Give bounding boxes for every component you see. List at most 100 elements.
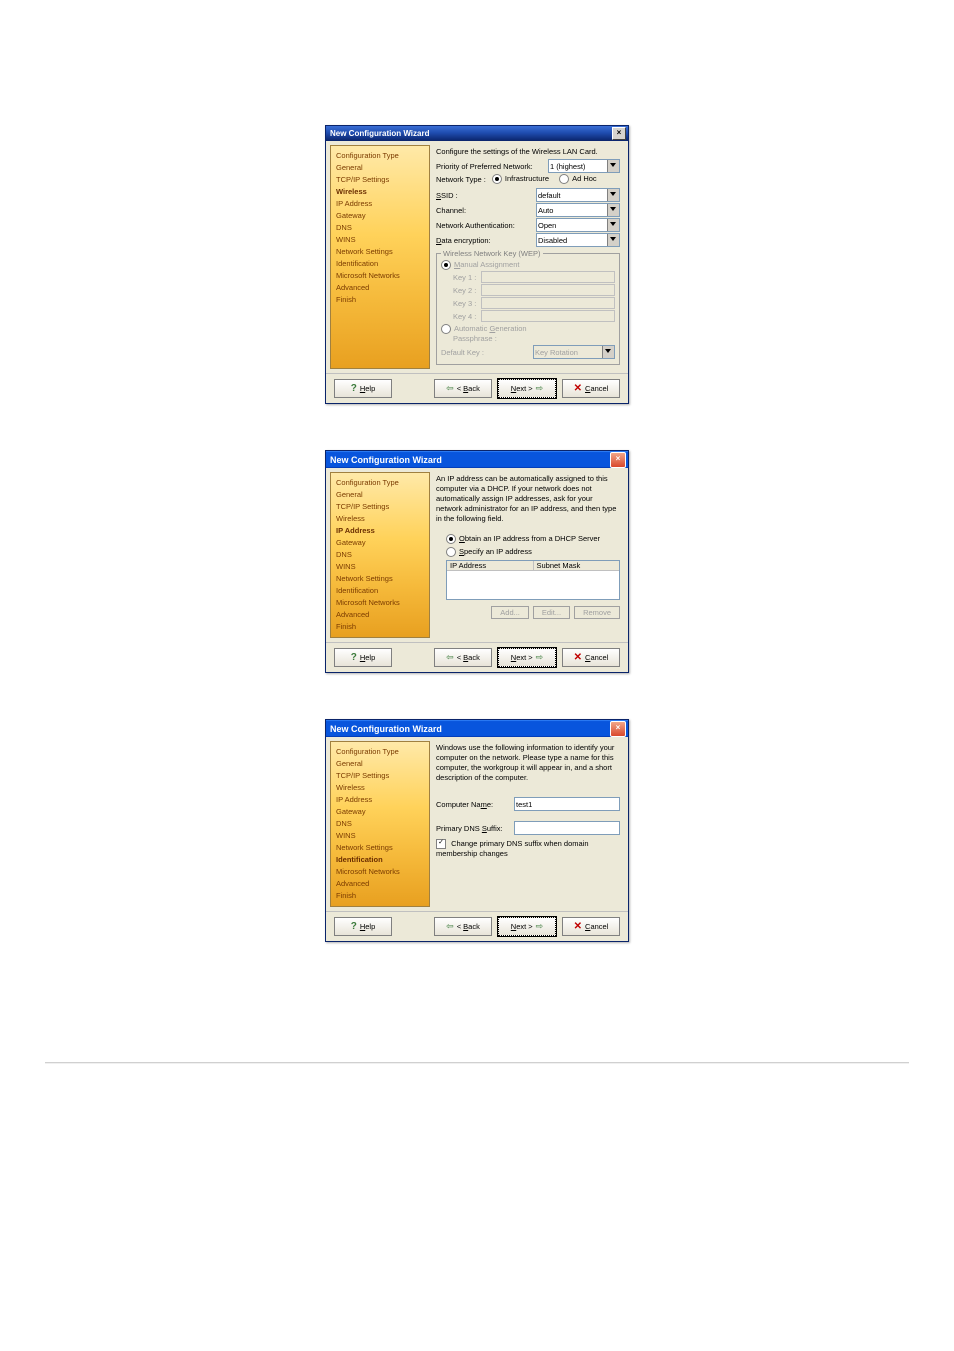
cancel-button[interactable]: ✕Cancel (562, 648, 620, 667)
sidebar-item[interactable]: WINS (336, 234, 424, 246)
sidebar-item[interactable]: WINS (336, 830, 424, 842)
back-button[interactable]: ⇦< Back (434, 917, 492, 936)
wizard-dialog-identification: New Configuration Wizard × Configuration… (325, 719, 629, 942)
sidebar-item[interactable]: IP Address (336, 198, 424, 210)
ip-listview[interactable]: IP Address Subnet Mask (446, 560, 620, 600)
sidebar-item[interactable]: DNS (336, 549, 424, 561)
sidebar-item[interactable]: Advanced (336, 609, 424, 621)
ssid-combo[interactable]: default (536, 188, 620, 202)
default-key-combo: Key Rotation (533, 345, 615, 359)
wizard-sidebar: Configuration Type General TCP/IP Settin… (330, 472, 430, 638)
radio-dhcp[interactable]: Obtain an IP address from a DHCP Server (446, 534, 620, 544)
dns-suffix-input[interactable] (514, 821, 620, 835)
arrow-right-icon: ⇨ (536, 652, 544, 663)
checkbox-icon (436, 839, 446, 849)
priority-label: Priority of Preferred Network: (436, 162, 548, 171)
sidebar-item[interactable]: Configuration Type (336, 150, 424, 162)
sidebar-item-selected[interactable]: Wireless (336, 186, 424, 198)
wizard-dialog-wireless: New Configuration Wizard × Configuration… (325, 125, 629, 404)
content-pane: An IP address can be automatically assig… (430, 472, 624, 638)
sidebar-item[interactable]: TCP/IP Settings (336, 770, 424, 782)
key1-label: Key 1 : (453, 273, 481, 282)
help-button[interactable]: ?Help (334, 379, 392, 398)
radio-static[interactable]: Specify an IP address (446, 547, 620, 557)
channel-combo[interactable]: Auto (536, 203, 620, 217)
page-divider (45, 1062, 909, 1064)
close-icon[interactable]: × (612, 127, 626, 140)
cancel-button[interactable]: ✕Cancel (562, 917, 620, 936)
sidebar-item[interactable]: Finish (336, 294, 424, 306)
titlebar[interactable]: New Configuration Wizard × (326, 720, 628, 737)
close-icon[interactable]: × (610, 721, 626, 737)
sidebar-item[interactable]: TCP/IP Settings (336, 174, 424, 186)
wep-group: Wireless Network Key (WEP) Manual Assign… (436, 249, 620, 365)
arrow-left-icon: ⇦ (446, 383, 454, 394)
sidebar-item[interactable]: IP Address (336, 794, 424, 806)
sidebar-item[interactable]: Advanced (336, 282, 424, 294)
titlebar[interactable]: New Configuration Wizard × (326, 451, 628, 468)
sidebar-item[interactable]: DNS (336, 818, 424, 830)
help-button[interactable]: ?Help (334, 917, 392, 936)
wizard-sidebar: Configuration Type General TCP/IP Settin… (330, 145, 430, 369)
sidebar-item[interactable]: Network Settings (336, 842, 424, 854)
auth-label: Network Authentication: (436, 221, 536, 230)
col-mask[interactable]: Subnet Mask (534, 561, 620, 570)
sidebar-item[interactable]: Finish (336, 621, 424, 633)
next-button[interactable]: Next >⇨ (498, 648, 556, 667)
back-button[interactable]: ⇦< Back (434, 379, 492, 398)
remove-button: Remove (574, 606, 620, 619)
sidebar-item[interactable]: Gateway (336, 806, 424, 818)
sidebar-item[interactable]: Advanced (336, 878, 424, 890)
sidebar-item[interactable]: Microsoft Networks (336, 597, 424, 609)
radio-autogen: Automatic Generation (441, 324, 615, 334)
change-dns-checkbox[interactable]: Change primary DNS suffix when domain me… (436, 839, 620, 858)
sidebar-item[interactable]: Configuration Type (336, 477, 424, 489)
edit-button: Edit... (533, 606, 570, 619)
sidebar-item[interactable]: TCP/IP Settings (336, 501, 424, 513)
arrow-left-icon: ⇦ (446, 652, 454, 663)
sidebar-item[interactable]: Gateway (336, 537, 424, 549)
ssid-label: SSID : (436, 191, 536, 200)
radio-adhoc[interactable]: Ad Hoc (559, 174, 597, 184)
sidebar-item[interactable]: WINS (336, 561, 424, 573)
priority-combo[interactable]: 1 (highest) (548, 159, 620, 173)
sidebar-item[interactable]: Microsoft Networks (336, 866, 424, 878)
sidebar-item[interactable]: Finish (336, 890, 424, 902)
next-button[interactable]: Next >⇨ (498, 379, 556, 398)
computer-name-label: Computer Name: (436, 800, 514, 809)
sidebar-item[interactable]: Network Settings (336, 246, 424, 258)
sidebar-item[interactable]: DNS (336, 222, 424, 234)
computer-name-input[interactable]: test1 (514, 797, 620, 811)
default-key-label: Default Key : (441, 348, 533, 357)
sidebar-item[interactable]: Identification (336, 258, 424, 270)
help-button[interactable]: ?Help (334, 648, 392, 667)
button-bar: ?Help ⇦< Back Next >⇨ ✕Cancel (326, 642, 628, 672)
button-bar: ?Help ⇦< Back Next >⇨ ✕Cancel (326, 373, 628, 403)
enc-combo[interactable]: Disabled (536, 233, 620, 247)
next-button[interactable]: Next >⇨ (498, 917, 556, 936)
sidebar-item[interactable]: General (336, 489, 424, 501)
titlebar[interactable]: New Configuration Wizard × (326, 126, 628, 141)
col-ip[interactable]: IP Address (447, 561, 534, 570)
back-button[interactable]: ⇦< Back (434, 648, 492, 667)
sidebar-item[interactable]: General (336, 162, 424, 174)
sidebar-item[interactable]: Wireless (336, 782, 424, 794)
button-bar: ?Help ⇦< Back Next >⇨ ✕Cancel (326, 911, 628, 941)
key3-label: Key 3 : (453, 299, 481, 308)
sidebar-item[interactable]: Gateway (336, 210, 424, 222)
close-icon[interactable]: × (610, 452, 626, 468)
radio-manual: Manual Assignment (441, 260, 615, 270)
sidebar-item[interactable]: Microsoft Networks (336, 270, 424, 282)
radio-infrastructure[interactable]: Infrastructure (492, 174, 549, 184)
sidebar-item-selected[interactable]: Identification (336, 854, 424, 866)
wep-legend: Wireless Network Key (WEP) (441, 249, 543, 258)
passphrase-label: Passphrase : (453, 334, 497, 343)
sidebar-item[interactable]: Identification (336, 585, 424, 597)
sidebar-item[interactable]: General (336, 758, 424, 770)
sidebar-item[interactable]: Configuration Type (336, 746, 424, 758)
cancel-button[interactable]: ✕Cancel (562, 379, 620, 398)
sidebar-item-selected[interactable]: IP Address (336, 525, 424, 537)
sidebar-item[interactable]: Network Settings (336, 573, 424, 585)
sidebar-item[interactable]: Wireless (336, 513, 424, 525)
auth-combo[interactable]: Open (536, 218, 620, 232)
